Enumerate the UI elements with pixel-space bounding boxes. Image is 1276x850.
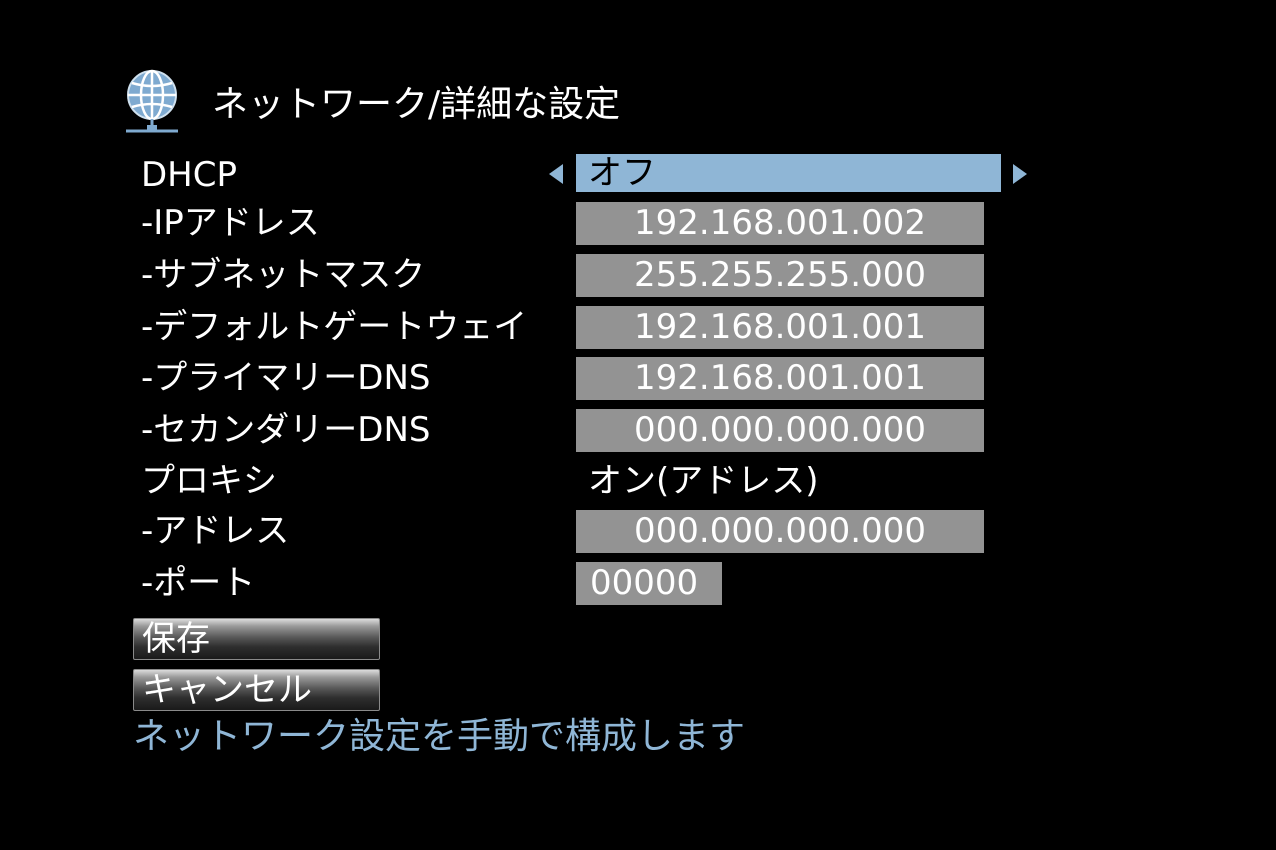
secondary-dns-field[interactable]: 000.000.000.000 bbox=[576, 409, 984, 452]
setting-row-ip-address[interactable]: -IPアドレス 192.168.001.002 bbox=[0, 200, 1276, 248]
proxy-value[interactable]: オン(アドレス) bbox=[588, 458, 819, 504]
setting-row-proxy-address[interactable]: -アドレス 000.000.000.000 bbox=[0, 508, 1276, 556]
proxy-port-field[interactable]: 00000 bbox=[576, 562, 722, 605]
setting-row-proxy[interactable]: プロキシ オン(アドレス) bbox=[0, 458, 1276, 506]
setting-row-secondary-dns[interactable]: -セカンダリーDNS 000.000.000.000 bbox=[0, 407, 1276, 455]
setting-row-default-gateway[interactable]: -デフォルトゲートウェイ 192.168.001.001 bbox=[0, 304, 1276, 352]
help-text: ネットワーク設定を手動で構成します bbox=[133, 716, 746, 757]
secondary-dns-label: -セカンダリーDNS bbox=[141, 410, 431, 450]
arrow-left-icon[interactable] bbox=[549, 164, 563, 184]
setting-row-dhcp[interactable]: DHCP オフ bbox=[0, 152, 1276, 200]
setting-row-proxy-port[interactable]: -ポート 00000 bbox=[0, 560, 1276, 608]
subnet-mask-label: -サブネットマスク bbox=[141, 255, 426, 295]
proxy-port-label: -ポート bbox=[141, 563, 256, 603]
setting-row-subnet-mask[interactable]: -サブネットマスク 255.255.255.000 bbox=[0, 252, 1276, 300]
primary-dns-field[interactable]: 192.168.001.001 bbox=[576, 357, 984, 400]
dhcp-label: DHCP bbox=[141, 155, 237, 195]
default-gateway-field[interactable]: 192.168.001.001 bbox=[576, 306, 984, 349]
subnet-mask-field[interactable]: 255.255.255.000 bbox=[576, 254, 984, 297]
default-gateway-label: -デフォルトゲートウェイ bbox=[141, 307, 528, 347]
cancel-button[interactable]: キャンセル bbox=[133, 669, 380, 711]
proxy-address-label: -アドレス bbox=[141, 511, 290, 551]
globe-network-icon bbox=[126, 69, 178, 133]
page-title: ネットワーク/詳細な設定 bbox=[212, 84, 621, 125]
proxy-label: プロキシ bbox=[141, 461, 277, 501]
dhcp-value-selector[interactable]: オフ bbox=[576, 154, 1001, 192]
primary-dns-label: -プライマリーDNS bbox=[141, 358, 431, 398]
ip-address-field[interactable]: 192.168.001.002 bbox=[576, 202, 984, 245]
arrow-right-icon[interactable] bbox=[1013, 164, 1027, 184]
header: ネットワーク/詳細な設定 bbox=[122, 68, 822, 138]
setting-row-primary-dns[interactable]: -プライマリーDNS 192.168.001.001 bbox=[0, 355, 1276, 403]
proxy-address-field[interactable]: 000.000.000.000 bbox=[576, 510, 984, 553]
ip-address-label: -IPアドレス bbox=[141, 203, 320, 243]
save-button[interactable]: 保存 bbox=[133, 618, 380, 660]
